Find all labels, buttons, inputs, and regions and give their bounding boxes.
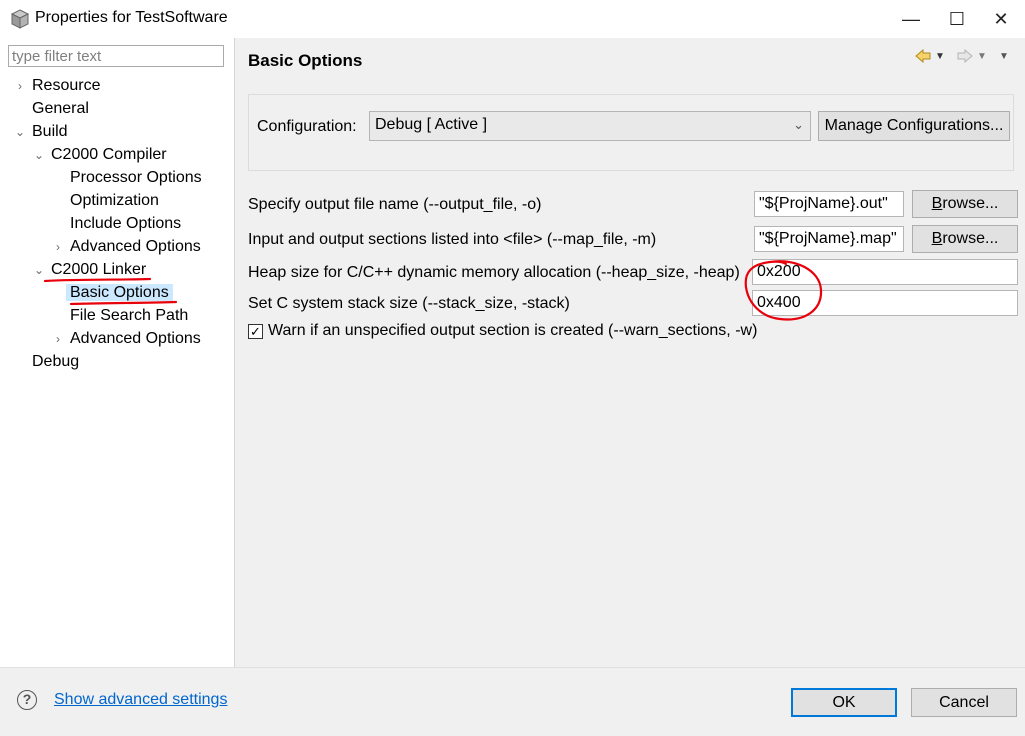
tree-item-label: C2000 Compiler bbox=[51, 146, 167, 163]
tree-item-compiler[interactable]: ⌄ C2000 Compiler bbox=[33, 144, 167, 166]
close-button[interactable]: ✕ bbox=[978, 0, 1024, 38]
tree-item-processor-options[interactable]: Processor Options bbox=[70, 167, 202, 189]
tree-item-label: General bbox=[32, 100, 89, 117]
chevron-down-icon[interactable]: ▼ bbox=[935, 51, 945, 62]
browse-mnemonic: B bbox=[931, 195, 943, 212]
arrow-left-icon bbox=[915, 49, 931, 63]
tree-item-include-options[interactable]: Include Options bbox=[70, 213, 181, 235]
tree-item-file-search-path[interactable]: File Search Path bbox=[70, 305, 188, 327]
page-title: Basic Options bbox=[248, 51, 363, 70]
browse-label: rowse... bbox=[942, 230, 999, 247]
stack-size-label: Set C system stack size (--stack_size, -… bbox=[248, 295, 570, 312]
map-file-browse-button[interactable]: Browse... bbox=[912, 225, 1018, 253]
warn-sections-label: Warn if an unspecified output section is… bbox=[268, 322, 758, 339]
output-file-label: Specify output file name (--output_file,… bbox=[248, 196, 542, 213]
chevron-down-icon[interactable]: ⌄ bbox=[793, 117, 804, 133]
navigation-tree-panel: › Resource General ⌄ Build ⌄ C2000 Compi… bbox=[0, 38, 235, 667]
browse-label: rowse... bbox=[942, 195, 999, 212]
minimize-button[interactable]: — bbox=[888, 0, 934, 38]
chevron-down-icon[interactable]: ⌄ bbox=[14, 121, 26, 143]
cube-icon bbox=[10, 9, 30, 29]
output-file-field[interactable]: "${ProjName}.out" bbox=[754, 191, 904, 217]
properties-page: Basic Options ▼ ▼ ▼ Configuration: Debug… bbox=[235, 38, 1025, 667]
tree-item-label: Build bbox=[32, 123, 68, 140]
tree-item-optimization[interactable]: Optimization bbox=[70, 190, 159, 212]
question-circle-icon[interactable]: ? bbox=[17, 690, 37, 710]
tree-item-label: Optimization bbox=[70, 192, 159, 209]
tree-item-label: Advanced Options bbox=[70, 238, 201, 255]
map-file-field[interactable]: "${ProjName}.map" bbox=[754, 226, 904, 252]
heap-size-field[interactable]: 0x200 bbox=[752, 259, 1018, 285]
tree-item-resource[interactable]: › Resource bbox=[14, 75, 100, 97]
tree-item-label: C2000 Linker bbox=[51, 261, 147, 278]
window-title: Properties for TestSoftware bbox=[35, 9, 228, 26]
tree-item-build[interactable]: ⌄ Build bbox=[14, 121, 68, 143]
warn-sections-checkbox[interactable]: ✓ bbox=[248, 324, 263, 339]
output-file-browse-button[interactable]: Browse... bbox=[912, 190, 1018, 218]
tree-item-label: Include Options bbox=[70, 215, 182, 232]
chevron-right-icon[interactable]: › bbox=[52, 236, 64, 258]
tree-item-basic-options[interactable]: Basic Options bbox=[66, 282, 173, 304]
tree-item-label: Processor Options bbox=[70, 169, 202, 186]
forward-button[interactable]: ▼ bbox=[957, 46, 987, 66]
chevron-down-icon[interactable]: ⌄ bbox=[33, 259, 45, 281]
stack-size-field[interactable]: 0x400 bbox=[752, 290, 1018, 316]
chevron-down-icon[interactable]: ▼ bbox=[977, 51, 987, 62]
tree-item-label: Advanced Options bbox=[70, 330, 201, 347]
configuration-label: Configuration: bbox=[257, 118, 357, 135]
maximize-button[interactable]: ☐ bbox=[934, 0, 980, 38]
manage-configurations-button[interactable]: Manage Configurations... bbox=[818, 111, 1010, 141]
browse-mnemonic: B bbox=[931, 230, 943, 247]
tree-item-general[interactable]: General bbox=[32, 98, 89, 120]
ok-button[interactable]: OK bbox=[791, 688, 897, 717]
back-button[interactable]: ▼ bbox=[915, 46, 945, 66]
filter-input[interactable] bbox=[8, 45, 224, 67]
configuration-group: Configuration: Debug [ Active ] ⌄ Manage… bbox=[248, 94, 1014, 171]
tree-item-compiler-advanced-options[interactable]: › Advanced Options bbox=[52, 236, 201, 258]
tree-item-debug[interactable]: Debug bbox=[32, 351, 79, 373]
chevron-right-icon[interactable]: › bbox=[14, 75, 26, 97]
map-file-label: Input and output sections listed into <f… bbox=[248, 231, 657, 248]
cancel-button[interactable]: Cancel bbox=[911, 688, 1017, 717]
tree-item-linker-advanced-options[interactable]: › Advanced Options bbox=[52, 328, 201, 350]
configuration-select[interactable]: Debug [ Active ] ⌄ bbox=[369, 111, 811, 141]
tree-item-label: Resource bbox=[32, 77, 101, 94]
arrow-right-icon bbox=[957, 49, 973, 63]
chevron-right-icon[interactable]: › bbox=[52, 328, 64, 350]
chevron-down-icon[interactable]: ⌄ bbox=[33, 144, 45, 166]
tree-item-label: File Search Path bbox=[70, 307, 189, 324]
tree-item-label: Basic Options bbox=[66, 284, 173, 301]
heap-size-label: Heap size for C/C++ dynamic memory alloc… bbox=[248, 264, 740, 281]
show-advanced-settings-link[interactable]: Show advanced settings bbox=[54, 691, 227, 709]
dialog-footer: ? Show advanced settings OK Cancel bbox=[0, 667, 1025, 736]
configuration-value: Debug [ Active ] bbox=[375, 116, 488, 133]
view-menu-chevron-down-icon[interactable]: ▼ bbox=[999, 46, 1009, 66]
title-bar: Properties for TestSoftware — ☐ ✕ bbox=[0, 0, 1025, 38]
tree-item-label: Debug bbox=[32, 353, 80, 370]
tree-item-linker[interactable]: ⌄ C2000 Linker bbox=[33, 259, 146, 281]
